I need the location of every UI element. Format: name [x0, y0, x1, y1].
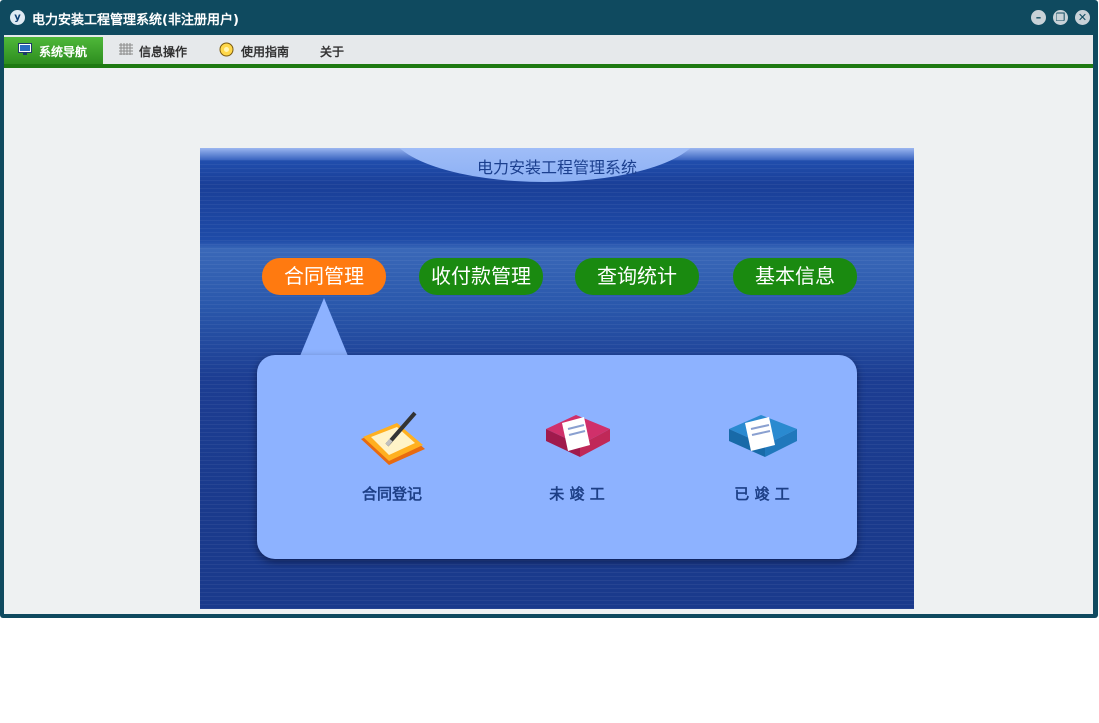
active-pointer [300, 298, 348, 356]
blue-book-icon [729, 415, 797, 457]
app-window: y 电力安装工程管理系统(非注册用户) – ❐ ✕ 系统导航 信息操作 使用指南… [0, 0, 1098, 618]
unfinished-label: 未 竣 工 [549, 485, 605, 503]
tab-label: 系统导航 [39, 45, 88, 59]
close-button[interactable]: ✕ [1075, 10, 1090, 25]
title-bar[interactable]: y 电力安装工程管理系统(非注册用户) – ❐ ✕ [0, 0, 1098, 35]
submenu-panel: 合同登记 未 竣 工 已 竣 工 [257, 355, 857, 559]
tab-about[interactable]: 关于 [320, 37, 360, 64]
nav-payment-management[interactable]: 收付款管理 [419, 258, 543, 295]
tab-label: 信息操作 [139, 45, 188, 59]
nav-basic-info[interactable]: 基本信息 [733, 258, 857, 295]
nav-contract-management[interactable]: 合同管理 [262, 258, 386, 295]
app-logo-icon: y [10, 10, 25, 25]
minimize-button[interactable]: – [1031, 10, 1046, 25]
nav-query-statistics[interactable]: 查询统计 [575, 258, 699, 295]
tab-label: 使用指南 [241, 45, 290, 59]
tab-user-guide[interactable]: 使用指南 [216, 37, 301, 64]
finished-label: 已 竣 工 [734, 485, 790, 503]
unfinished-item[interactable]: 未 竣 工 [502, 405, 652, 515]
grid-icon [119, 43, 133, 55]
tab-info-operation[interactable]: 信息操作 [115, 37, 200, 64]
tab-label: 关于 [320, 45, 345, 59]
contract-register-label: 合同登记 [361, 485, 422, 503]
tab-system-navigation[interactable]: 系统导航 [4, 37, 103, 64]
finished-item[interactable]: 已 竣 工 [687, 405, 837, 515]
red-book-icon [546, 415, 610, 457]
contract-folder-icon [361, 411, 425, 465]
maximize-button[interactable]: ❐ [1053, 10, 1068, 25]
window-title: 电力安装工程管理系统(非注册用户) [32, 13, 239, 28]
panel-title: 电力安装工程管理系统 [476, 158, 637, 177]
navigation-panel: 电力安装工程管理系统 合同管理 收付款管理 查询统计 基本信息 合同登记 未 竣… [200, 148, 914, 609]
help-icon [219, 42, 234, 57]
monitor-icon [18, 43, 32, 55]
contract-register-item[interactable]: 合同登记 [317, 405, 467, 515]
